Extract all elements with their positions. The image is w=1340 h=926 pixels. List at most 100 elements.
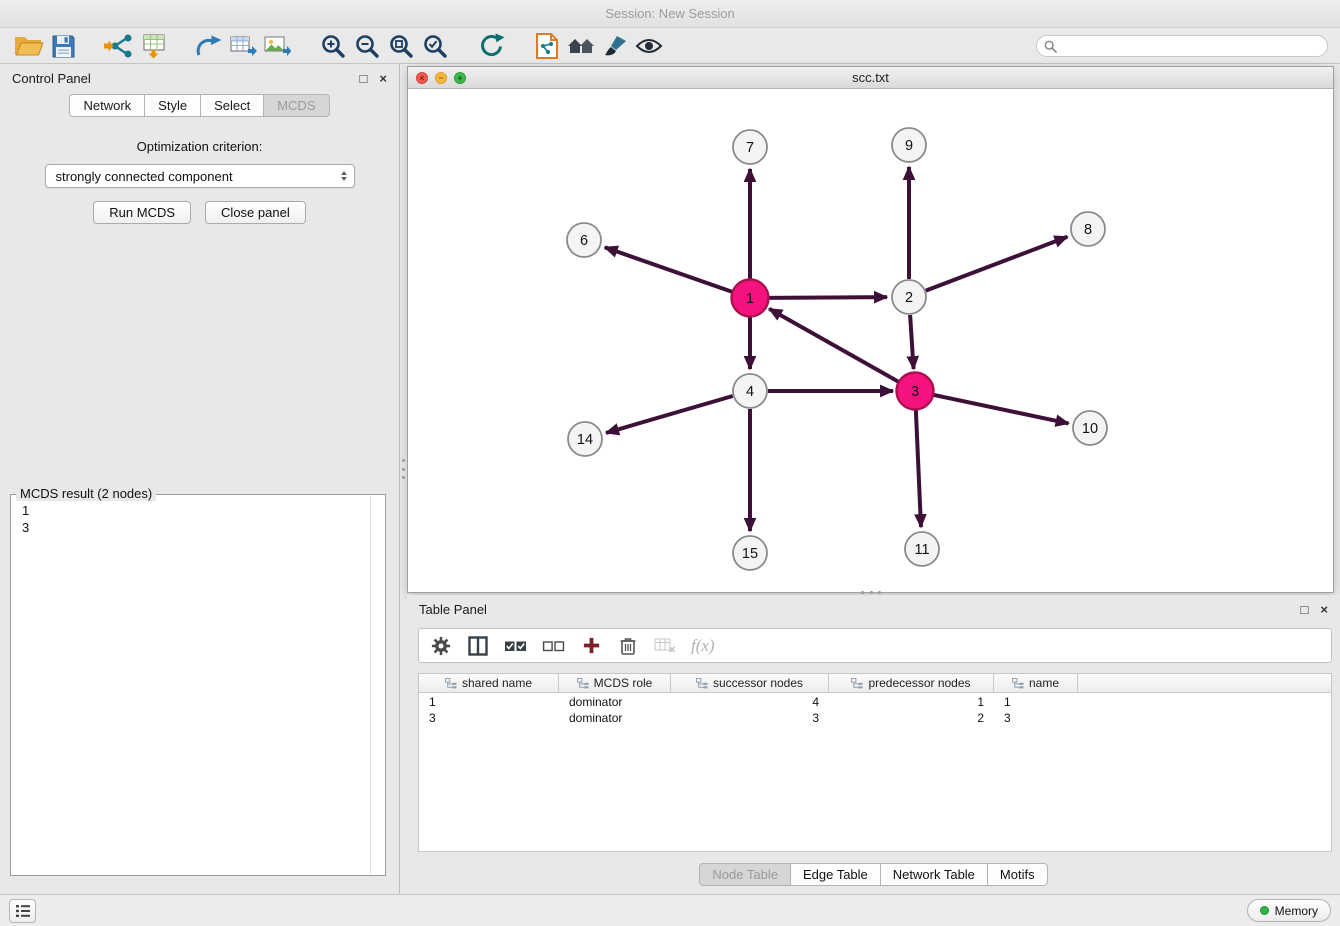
close-panel-icon[interactable]: ×	[379, 72, 387, 85]
show-graphics-details-button[interactable]	[632, 31, 666, 61]
close-traffic-light[interactable]: ×	[416, 72, 428, 84]
graph-node-2[interactable]: 2	[892, 280, 926, 314]
optimization-criterion-label: Optimization criterion:	[0, 139, 399, 154]
table-settings-button[interactable]	[430, 633, 452, 659]
column-header-mcds-role[interactable]: MCDS role	[559, 674, 671, 692]
tab-motifs[interactable]: Motifs	[988, 863, 1048, 886]
import-network-icon	[104, 33, 134, 59]
column-header-name[interactable]: name	[994, 674, 1078, 692]
edge-3-10[interactable]	[933, 395, 1069, 424]
table-row[interactable]: 1dominator411	[419, 694, 1331, 710]
window-title: Session: New Session	[605, 6, 734, 21]
zoom-out-button[interactable]	[350, 31, 384, 61]
column-header-predecessor-nodes[interactable]: predecessor nodes	[829, 674, 994, 692]
network-canvas[interactable]: 7 9 6 8 1 2 4 3 14 10 15 11	[408, 89, 1333, 592]
table-cell: dominator	[559, 695, 671, 709]
document-share-icon	[535, 33, 559, 59]
svg-text:3: 3	[911, 384, 919, 400]
tab-node-table[interactable]: Node Table	[699, 863, 791, 886]
style-button[interactable]	[598, 31, 632, 61]
tab-network[interactable]: Network	[69, 94, 145, 117]
graph-node-3[interactable]: 3	[897, 373, 934, 410]
import-network-button[interactable]	[102, 31, 136, 61]
graph-node-4[interactable]: 4	[733, 374, 767, 408]
sort-icon	[851, 678, 863, 689]
zoom-in-button[interactable]	[316, 31, 350, 61]
edge-1-2[interactable]	[768, 297, 887, 298]
close-panel-button[interactable]: Close panel	[205, 201, 306, 224]
graph-node-7[interactable]: 7	[733, 130, 767, 164]
memory-button[interactable]: Memory	[1247, 899, 1331, 922]
edge-1-6[interactable]	[605, 247, 733, 292]
apply-layout-button[interactable]	[474, 31, 508, 61]
tab-style[interactable]: Style	[145, 94, 201, 117]
network-window-titlebar[interactable]: × − + scc.txt	[408, 67, 1333, 89]
graph-node-14[interactable]: 14	[568, 422, 602, 456]
tab-select[interactable]: Select	[201, 94, 264, 117]
graph-node-15[interactable]: 15	[733, 536, 767, 570]
show-panel-menu-button[interactable]	[9, 899, 36, 923]
tab-mcds[interactable]: MCDS	[264, 94, 329, 117]
function-builder-button[interactable]: f(x)	[691, 633, 715, 659]
export-image-button[interactable]	[260, 31, 294, 61]
tab-edge-table[interactable]: Edge Table	[791, 863, 881, 886]
svg-text:2: 2	[905, 290, 913, 306]
deselect-all-button[interactable]	[542, 633, 565, 659]
tab-network-table[interactable]: Network Table	[881, 863, 988, 886]
zoom-in-icon	[320, 33, 346, 59]
result-scrollbar[interactable]	[370, 496, 371, 874]
graph-node-1[interactable]: 1	[732, 280, 769, 317]
save-session-button[interactable]	[46, 31, 80, 61]
manage-columns-button[interactable]	[467, 633, 489, 659]
zoom-fit-button[interactable]	[384, 31, 418, 61]
run-mcds-button[interactable]: Run MCDS	[93, 201, 191, 224]
table-cell: dominator	[559, 711, 671, 725]
window-titlebar[interactable]: Session: New Session	[0, 0, 1340, 28]
close-table-panel-icon[interactable]: ×	[1320, 603, 1328, 616]
fx-label: f(x)	[691, 636, 715, 656]
graph-node-9[interactable]: 9	[892, 128, 926, 162]
minimize-traffic-light[interactable]: −	[435, 72, 447, 84]
export-table-button[interactable]	[226, 31, 260, 61]
columns-icon	[468, 636, 488, 656]
criterion-dropdown[interactable]: strongly connected component	[45, 164, 355, 188]
table-row[interactable]: 3dominator323	[419, 710, 1331, 726]
deselect-all-icon	[542, 638, 565, 654]
import-table-button[interactable]	[136, 31, 170, 61]
edge-3-1[interactable]	[769, 309, 899, 382]
sort-icon	[1012, 678, 1024, 689]
zoom-selected-button[interactable]	[418, 31, 452, 61]
memory-label: Memory	[1275, 904, 1318, 918]
column-header-successor-nodes[interactable]: successor nodes	[671, 674, 829, 692]
delete-row-button[interactable]	[617, 633, 639, 659]
edge-4-14[interactable]	[606, 396, 733, 433]
table-panel-title: Table Panel	[419, 602, 487, 617]
zoom-traffic-light[interactable]: +	[454, 72, 466, 84]
open-in-cybrowser-button[interactable]	[530, 31, 564, 61]
column-header-shared-name[interactable]: shared name	[419, 674, 559, 692]
edge-2-3[interactable]	[910, 315, 914, 369]
select-all-button[interactable]	[504, 633, 527, 659]
zoom-out-icon	[354, 33, 380, 59]
float-table-panel-icon[interactable]: □	[1301, 603, 1309, 616]
vertical-splitter[interactable]	[400, 456, 406, 482]
main-toolbar	[0, 29, 1340, 64]
home-button[interactable]	[564, 31, 598, 61]
add-row-button[interactable]	[580, 633, 602, 659]
edge-3-11[interactable]	[916, 409, 921, 527]
search-input[interactable]	[1062, 39, 1320, 53]
graph-node-6[interactable]: 6	[567, 223, 601, 257]
graph-node-8[interactable]: 8	[1071, 212, 1105, 246]
edge-2-8[interactable]	[926, 237, 1068, 291]
network-from-url-button[interactable]	[192, 31, 226, 61]
delete-table-button[interactable]	[654, 633, 676, 659]
import-table-icon	[139, 33, 167, 59]
float-panel-icon[interactable]: □	[360, 72, 368, 85]
node-table-body: 1dominator4113dominator323	[419, 693, 1331, 726]
table-panel-header: Table Panel □ ×	[407, 595, 1340, 623]
graph-node-11[interactable]: 11	[905, 532, 939, 566]
control-panel-tabs: NetworkStyleSelectMCDS	[0, 94, 399, 117]
graph-node-10[interactable]: 10	[1073, 411, 1107, 445]
search-box[interactable]	[1036, 35, 1328, 57]
open-session-button[interactable]	[12, 31, 46, 61]
